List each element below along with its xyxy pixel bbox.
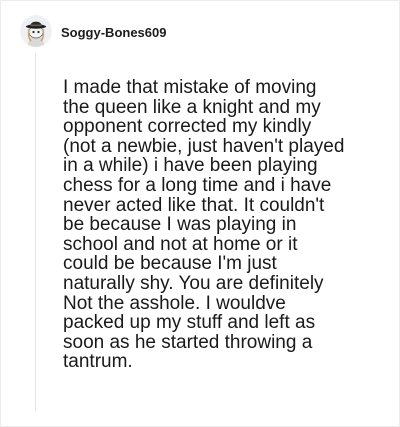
comment-line: school and not at home or it [63,233,298,255]
comment-line: naturally shy. You are definitely [63,272,324,294]
comment-line: in a while) i have been playing [63,155,318,177]
comment-line: soon as he started throwing a [63,331,313,353]
user-avatar-icon[interactable] [20,15,52,47]
comment-body: I made that mistake of moving the queen … [63,78,385,372]
comment-line: packed up my stuff and left as [63,312,316,334]
comment-line: tantrum. [63,351,133,373]
comment-line: opponent corrected my kindly [63,116,312,138]
username[interactable]: Soggy-Bones609 [61,25,166,41]
thread-line[interactable] [35,53,36,411]
comment-line: (not a newbie, just haven't played [63,135,345,157]
comment-line: chess for a long time and i have [63,174,332,196]
comment-line: be because I was playing in [63,214,297,236]
comment-card: Soggy-Bones609 I made that mistake of mo… [0,0,400,427]
comment-line: could be because I'm just [63,253,277,275]
comment-line: I made that mistake of moving [63,77,317,98]
snoo-avatar-icon [20,15,52,47]
comment-line: the queen like a knight and my [63,96,321,118]
comment-line: Not the asshole. I wouldve [63,292,286,314]
comment-line: never acted like that. It couldn't [63,194,325,216]
